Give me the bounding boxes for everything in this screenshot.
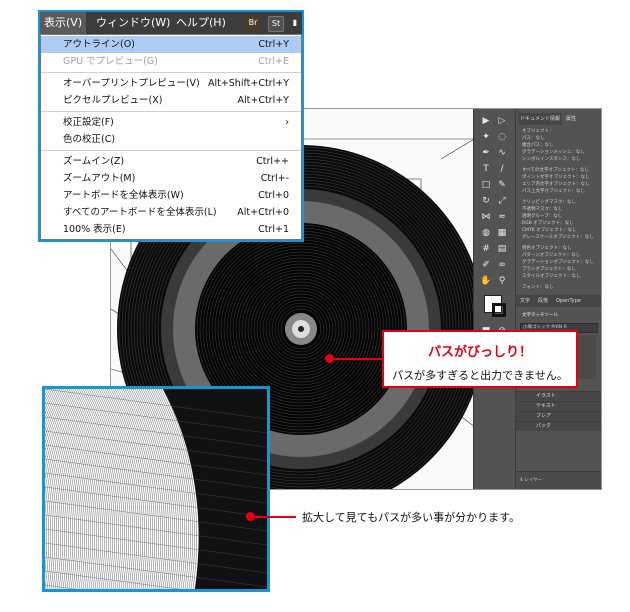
tab-character[interactable]: 文字 <box>518 295 532 307</box>
document-info-line: CMYK オブジェクト：なし <box>522 228 577 233</box>
menu-highlight-frame <box>38 10 304 242</box>
document-info-line: RGB オブジェクト：なし <box>522 221 574 226</box>
document-info-line: すべての文字オブジェクト：なし <box>522 168 590 173</box>
layer-name: イラスト <box>536 393 556 399</box>
document-info-line: パス上文字オブジェクト：なし <box>522 189 585 194</box>
width-tool-icon[interactable]: ⋈ <box>480 211 492 223</box>
document-info-line: パターンオブジェクト：なし <box>522 253 581 258</box>
hand-tool-icon[interactable]: ✋ <box>480 275 492 287</box>
layer-row[interactable]: テキスト <box>516 401 601 411</box>
rectangle-tool-icon[interactable]: □ <box>480 179 492 191</box>
note-pointer-line <box>252 516 296 518</box>
layer-row[interactable]: イラスト <box>516 391 601 401</box>
callout-pointer-line <box>330 358 382 360</box>
eyedropper-icon[interactable]: ✐ <box>480 259 492 271</box>
document-info-line: クリッピングマスク：なし <box>522 200 576 205</box>
perspective-grid-icon[interactable]: ▦ <box>496 227 508 239</box>
document-info-line: グラデーションオブジェクト：なし <box>522 260 594 265</box>
lasso-icon[interactable]: ◌ <box>496 131 508 143</box>
gradient-tool-icon[interactable]: ▤ <box>496 243 508 255</box>
selection-tool-icon[interactable]: ▶ <box>480 115 492 127</box>
zoom-tool-icon[interactable]: ⚲ <box>496 275 508 287</box>
callout-text: パスが多すぎると出力できません。 <box>392 369 568 382</box>
callout-title: パスがびっしり！ <box>427 345 532 360</box>
warp-tool-icon[interactable]: ≈ <box>496 211 508 223</box>
line-tool-icon[interactable]: / <box>496 163 508 175</box>
blend-tool-icon[interactable]: ∞ <box>496 259 508 271</box>
stroke-color-swatch[interactable] <box>492 303 506 317</box>
rotate-tool-icon[interactable]: ↻ <box>480 195 492 207</box>
scale-tool-icon[interactable]: ⤢ <box>496 195 508 207</box>
document-info-line: パス：なし <box>522 136 545 141</box>
mesh-tool-icon[interactable]: # <box>480 243 492 255</box>
document-info-line: 不透明マスク：なし <box>522 207 563 212</box>
document-info-line: エリア内文字オブジェクト：なし <box>522 182 590 187</box>
tab-document-info[interactable]: ドキュメント情報 <box>518 113 563 125</box>
layer-name: フレア <box>536 413 552 419</box>
tools-panel: ▶ ▷ ✦ ◌ ✒ ∿ T / □ ✎ ↻ ⤢ ⋈ ≈ ◍ ▦ # ▤ ✐ ∞ … <box>473 109 516 489</box>
document-info-line: 透明グループ：なし <box>522 214 563 219</box>
document-info-line: シンボルインスタンス：なし <box>522 157 581 162</box>
layer-name: バック <box>536 423 552 429</box>
tab-opentype[interactable]: OpenType <box>554 295 583 307</box>
document-info-line: グレースケールオブジェクト：なし <box>522 235 594 240</box>
magic-wand-icon[interactable]: ✦ <box>480 131 492 143</box>
pen-tool-icon[interactable]: ✒ <box>480 147 492 159</box>
layers-count: 4 レイヤー <box>520 478 543 483</box>
right-panels: ドキュメント情報 属性 オブジェクト： パス：なし複合パス：なしグラデーションメッ… <box>515 109 601 489</box>
document-info-line: オブジェクト： <box>522 129 554 134</box>
layer-name: テキスト <box>536 403 556 409</box>
document-info-line: ブラシオブジェクト：なし <box>522 267 576 272</box>
callout-box: パスがびっしり！ パスが多すぎると出力できません。 <box>382 330 578 388</box>
document-info-line: ポイント文字オブジェクト：なし <box>522 175 590 180</box>
zoomed-detail-inset <box>42 386 270 592</box>
document-info-line: フォント：なし <box>522 285 554 290</box>
layer-row[interactable]: フレア <box>516 411 601 421</box>
tab-attributes[interactable]: 属性 <box>564 113 578 125</box>
type-tool-icon[interactable]: T <box>480 163 492 175</box>
document-info-line: スタイルオブジェクト：なし <box>522 274 581 279</box>
direct-selection-tool-icon[interactable]: ▷ <box>496 115 508 127</box>
tab-paragraph[interactable]: 段落 <box>536 295 550 307</box>
type-panel-tabs: 文字 段落 OpenType <box>516 295 601 307</box>
shape-builder-icon[interactable]: ◍ <box>480 227 492 239</box>
layers-footer: 4 レイヤー <box>516 471 601 489</box>
document-info-line: グラデーションメッシュ：なし <box>522 150 585 155</box>
curvature-tool-icon[interactable]: ∿ <box>496 147 508 159</box>
zoom-caption: 拡大して見てもパスが多い事が分かります。 <box>302 511 521 524</box>
pencil-tool-icon[interactable]: ✎ <box>496 179 508 191</box>
touch-type-tool[interactable]: 文字タッチツール <box>522 313 558 319</box>
document-info-line: 特色オブジェクト：なし <box>522 246 572 251</box>
document-info-line: 複合パス：なし <box>522 143 554 148</box>
zoomed-paths <box>45 389 267 589</box>
layer-row[interactable]: バック <box>516 421 601 431</box>
